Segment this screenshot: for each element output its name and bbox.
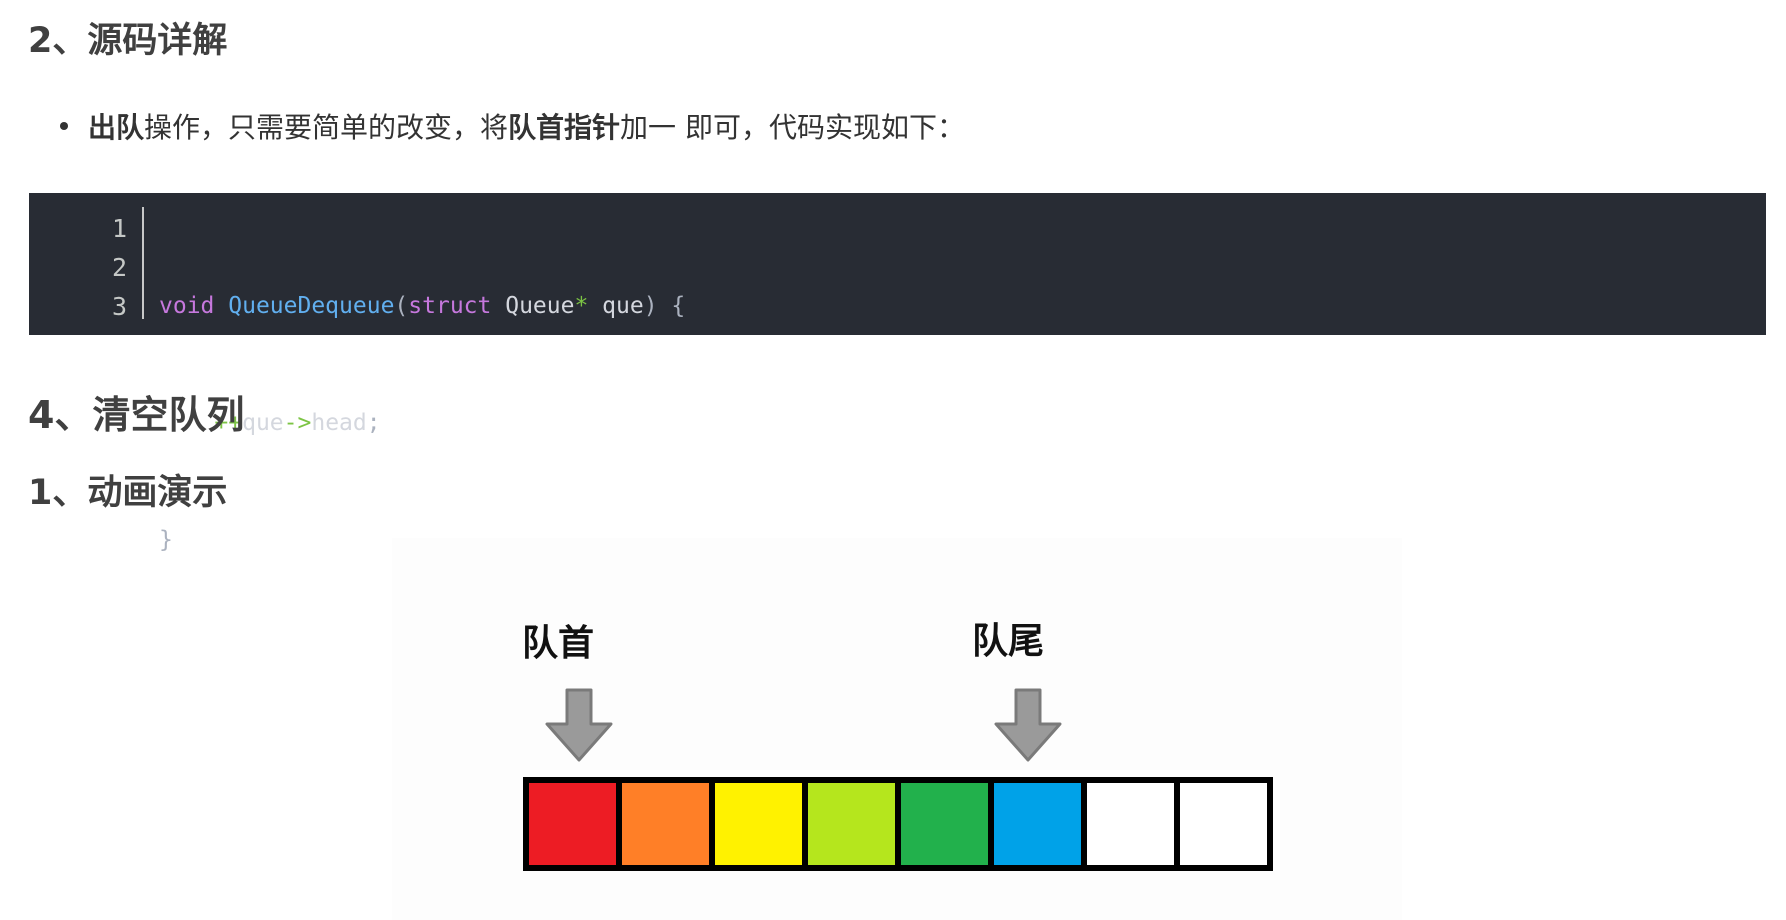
queue-cell [994, 783, 1081, 865]
queue-cells [523, 777, 1273, 871]
line-number-gutter: 1 2 3 [29, 209, 143, 323]
code-token: ; [366, 410, 381, 436]
dequeue-term: 出队 [88, 111, 145, 144]
code-token: struct [408, 293, 492, 319]
down-arrow-icon [545, 688, 613, 762]
queue-cell [901, 783, 988, 865]
queue-cell [622, 783, 709, 865]
bullet-text-1: 操作，只需要简单的改变，将 [144, 111, 509, 144]
queue-cell [529, 783, 616, 865]
code-block[interactable]: 1 2 3 void QueueDequeue(struct Queue* qu… [29, 193, 1766, 553]
line-number: 2 [111, 253, 127, 282]
code-token: head [311, 410, 367, 436]
code-token: ) { [643, 293, 686, 319]
code-token: ( [394, 293, 409, 319]
queue-tail-label: 队尾 [972, 620, 1045, 662]
section-heading-source-detail: 2、源码详解 [28, 21, 228, 61]
line-number: 1 [111, 214, 127, 243]
dequeue-bullet: 出队 操作，只需要简单的改变，将 队首指针 加一 即可，代码实现如下： [60, 106, 965, 146]
queue-head-label: 队首 [522, 622, 595, 664]
code-token: QueueDequeue [228, 293, 395, 319]
code-token: void [159, 293, 215, 319]
queue-cell [808, 783, 895, 865]
code-line: void QueueDequeue(struct Queue* que) { [159, 287, 685, 326]
code-token: que [242, 410, 284, 436]
down-arrow-icon [994, 688, 1062, 762]
code-token: * [574, 293, 589, 319]
head-pointer-term: 队首指针 [508, 111, 621, 144]
queue-animation-image: 队首 队尾 [392, 538, 1402, 920]
bullet-text-2: 加一 即可，代码实现如下： [620, 111, 965, 144]
code-token: -> [283, 410, 312, 436]
code-token: Queue [491, 293, 575, 319]
section-heading-clear-queue: 4、清空队列 [28, 393, 245, 437]
gutter-divider [142, 207, 144, 319]
line-number: 3 [111, 292, 127, 321]
section-heading-animation: 1、动画演示 [28, 473, 228, 513]
code-token: que [588, 293, 644, 319]
queue-cell [1087, 783, 1174, 865]
queue-cell [715, 783, 802, 865]
code-token: } [159, 527, 173, 553]
queue-cell [1180, 783, 1267, 865]
bullet-dot-icon [60, 122, 68, 130]
